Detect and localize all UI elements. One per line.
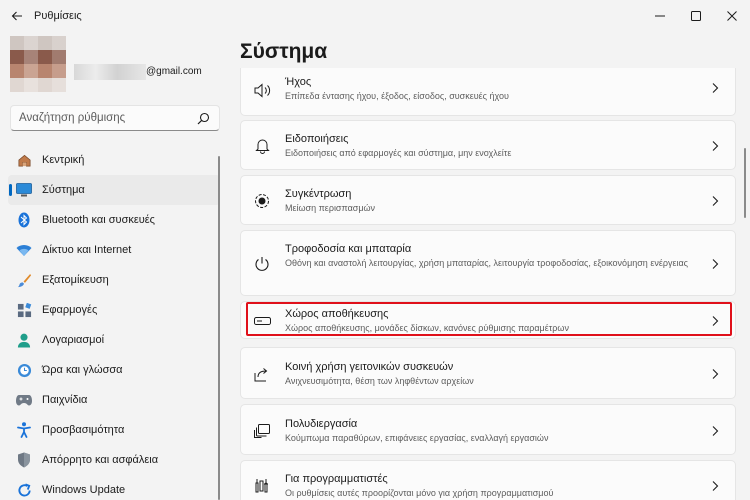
sidebar-item-label: Παιχνίδια	[42, 394, 88, 406]
sidebar-item-personalization[interactable]: Εξατομίκευση	[8, 265, 220, 295]
setting-description: Επίπεδα έντασης ήχου, έξοδος, είσοδος, σ…	[285, 91, 509, 101]
brush-icon	[16, 272, 32, 288]
close-button[interactable]	[714, 0, 750, 32]
account-icon	[16, 332, 32, 348]
update-icon	[16, 482, 32, 498]
page-title: Σύστημα	[240, 40, 328, 63]
sidebar-item-label: Bluetooth και συσκευές	[42, 214, 155, 226]
setting-title: Τροφοδοσία και μπαταρία	[285, 243, 412, 255]
chevron-right-icon	[712, 316, 719, 326]
close-icon	[727, 11, 737, 21]
apps-icon	[16, 302, 32, 318]
share-icon	[253, 365, 271, 383]
chevron-right-icon	[712, 369, 719, 379]
setting-title: Συγκέντρωση	[285, 188, 352, 200]
sidebar-scrollbar[interactable]	[218, 156, 220, 500]
time-language-icon	[16, 362, 32, 378]
blurred-name	[74, 64, 146, 80]
back-button[interactable]	[2, 0, 32, 32]
chevron-right-icon	[712, 259, 719, 269]
sidebar-item-gaming[interactable]: Παιχνίδια	[8, 385, 220, 415]
window-controls	[642, 0, 750, 32]
gamepad-icon	[16, 392, 32, 408]
setting-description: Οθόνη και αναστολή λειτουργίας, χρήση μπ…	[285, 258, 689, 268]
search-input[interactable]	[11, 112, 191, 124]
sidebar-item-label: Εφαρμογές	[42, 304, 98, 316]
chevron-right-icon	[712, 141, 719, 151]
setting-card-notifications[interactable]: Ειδοποιήσεις Ειδοποιήσεις από εφαρμογές …	[240, 120, 736, 170]
wifi-icon	[16, 242, 32, 258]
sidebar-item-accounts[interactable]: Λογαριασμοί	[8, 325, 220, 355]
sidebar-item-privacy-security[interactable]: Απόρρητο και ασφάλεια	[8, 445, 220, 475]
setting-card-sound[interactable]: Ήχος Επίπεδα έντασης ήχου, έξοδος, είσοδ…	[240, 68, 736, 116]
maximize-icon	[691, 11, 701, 21]
system-icon	[16, 182, 32, 198]
setting-description: Ειδοποιήσεις από εφαρμογές και σύστημα, …	[285, 148, 512, 158]
setting-description: Ανιχνευσιμότητα, θέση των ληφθέντων αρχε…	[285, 376, 474, 386]
shield-icon	[16, 452, 32, 468]
setting-description: Μείωση περισπασμών	[285, 203, 376, 213]
setting-title: Χώρος αποθήκευσης	[285, 308, 389, 320]
setting-title: Ήχος	[285, 76, 312, 88]
home-icon	[16, 152, 32, 168]
setting-card-multitasking[interactable]: Πολυδιεργασία Κούμπωμα παραθύρων, επιφάν…	[240, 404, 736, 455]
sidebar-item-windows-update[interactable]: Windows Update	[8, 475, 220, 500]
back-arrow-icon	[11, 11, 22, 21]
developer-icon	[253, 477, 271, 495]
sidebar-item-system[interactable]: Σύστημα	[8, 175, 220, 205]
power-icon	[253, 255, 271, 273]
sidebar-item-apps[interactable]: Εφαρμογές	[8, 295, 220, 325]
setting-title: Κοινή χρήση γειτονικών συσκευών	[285, 361, 454, 373]
bell-icon	[253, 137, 271, 155]
multitask-icon	[253, 422, 271, 440]
setting-title: Ειδοποιήσεις	[285, 133, 349, 145]
avatar	[10, 36, 66, 92]
search-box[interactable]	[10, 105, 220, 131]
sidebar-item-time-language[interactable]: Ώρα και γλώσσα	[8, 355, 220, 385]
chevron-right-icon	[712, 83, 719, 93]
chevron-right-icon	[712, 426, 719, 436]
storage-icon	[253, 312, 271, 330]
content-scrollbar[interactable]	[744, 148, 746, 218]
setting-card-for-developers[interactable]: Για προγραμματιστές Οι ρυθμίσεις αυτές π…	[240, 460, 736, 500]
speaker-icon	[253, 81, 271, 99]
setting-card-power-battery[interactable]: Τροφοδοσία και μπαταρία Οθόνη και αναστο…	[240, 230, 736, 296]
sidebar-item-label: Ώρα και γλώσσα	[42, 364, 123, 376]
title-bar: Ρυθμίσεις	[0, 0, 750, 32]
sidebar-nav: Κεντρική Σύστημα Bluetooth και συσκευές …	[8, 145, 220, 500]
sidebar-item-label: Δίκτυο και Internet	[42, 244, 132, 256]
user-email: @gmail.com	[146, 66, 202, 77]
sidebar-item-label: Windows Update	[42, 484, 126, 496]
setting-description: Κούμπωμα παραθύρων, επιφάνειες εργασίας,…	[285, 433, 549, 443]
minimize-icon	[655, 15, 665, 17]
sidebar-item-network[interactable]: Δίκτυο και Internet	[8, 235, 220, 265]
sidebar-item-home[interactable]: Κεντρική	[8, 145, 220, 175]
app-title: Ρυθμίσεις	[34, 10, 82, 22]
sidebar-item-label: Εξατομίκευση	[42, 274, 109, 286]
setting-title: Πολυδιεργασία	[285, 418, 358, 430]
chevron-right-icon	[712, 196, 719, 206]
sidebar-item-bluetooth[interactable]: Bluetooth και συσκευές	[8, 205, 220, 235]
sidebar-item-label: Κεντρική	[42, 154, 85, 166]
sidebar-item-label: Λογαριασμοί	[42, 334, 105, 346]
bluetooth-icon	[16, 212, 32, 228]
setting-card-focus[interactable]: Συγκέντρωση Μείωση περισπασμών	[240, 175, 736, 225]
setting-title: Για προγραμματιστές	[285, 473, 388, 485]
sidebar-item-label: Απόρρητο και ασφάλεια	[42, 454, 159, 466]
setting-description: Χώρος αποθήκευσης, μονάδες δίσκων, κανόν…	[285, 323, 569, 333]
sidebar-item-label: Σύστημα	[42, 184, 85, 196]
maximize-button[interactable]	[678, 0, 714, 32]
setting-description: Οι ρυθμίσεις αυτές προορίζονται μόνο για…	[285, 488, 554, 498]
accessibility-icon	[16, 422, 32, 438]
setting-card-nearby-sharing[interactable]: Κοινή χρήση γειτονικών συσκευών Ανιχνευσ…	[240, 347, 736, 399]
selection-indicator	[9, 184, 12, 196]
sidebar-item-label: Προσβασιμότητα	[42, 424, 125, 436]
sidebar-item-accessibility[interactable]: Προσβασιμότητα	[8, 415, 220, 445]
setting-card-storage[interactable]: Χώρος αποθήκευσης Χώρος αποθήκευσης, μον…	[240, 301, 736, 339]
minimize-button[interactable]	[642, 0, 678, 32]
settings-list: Ήχος Επίπεδα έντασης ήχου, έξοδος, είσοδ…	[240, 68, 736, 500]
chevron-right-icon	[712, 481, 719, 491]
search-icon[interactable]	[197, 112, 210, 125]
focus-icon	[253, 192, 271, 210]
